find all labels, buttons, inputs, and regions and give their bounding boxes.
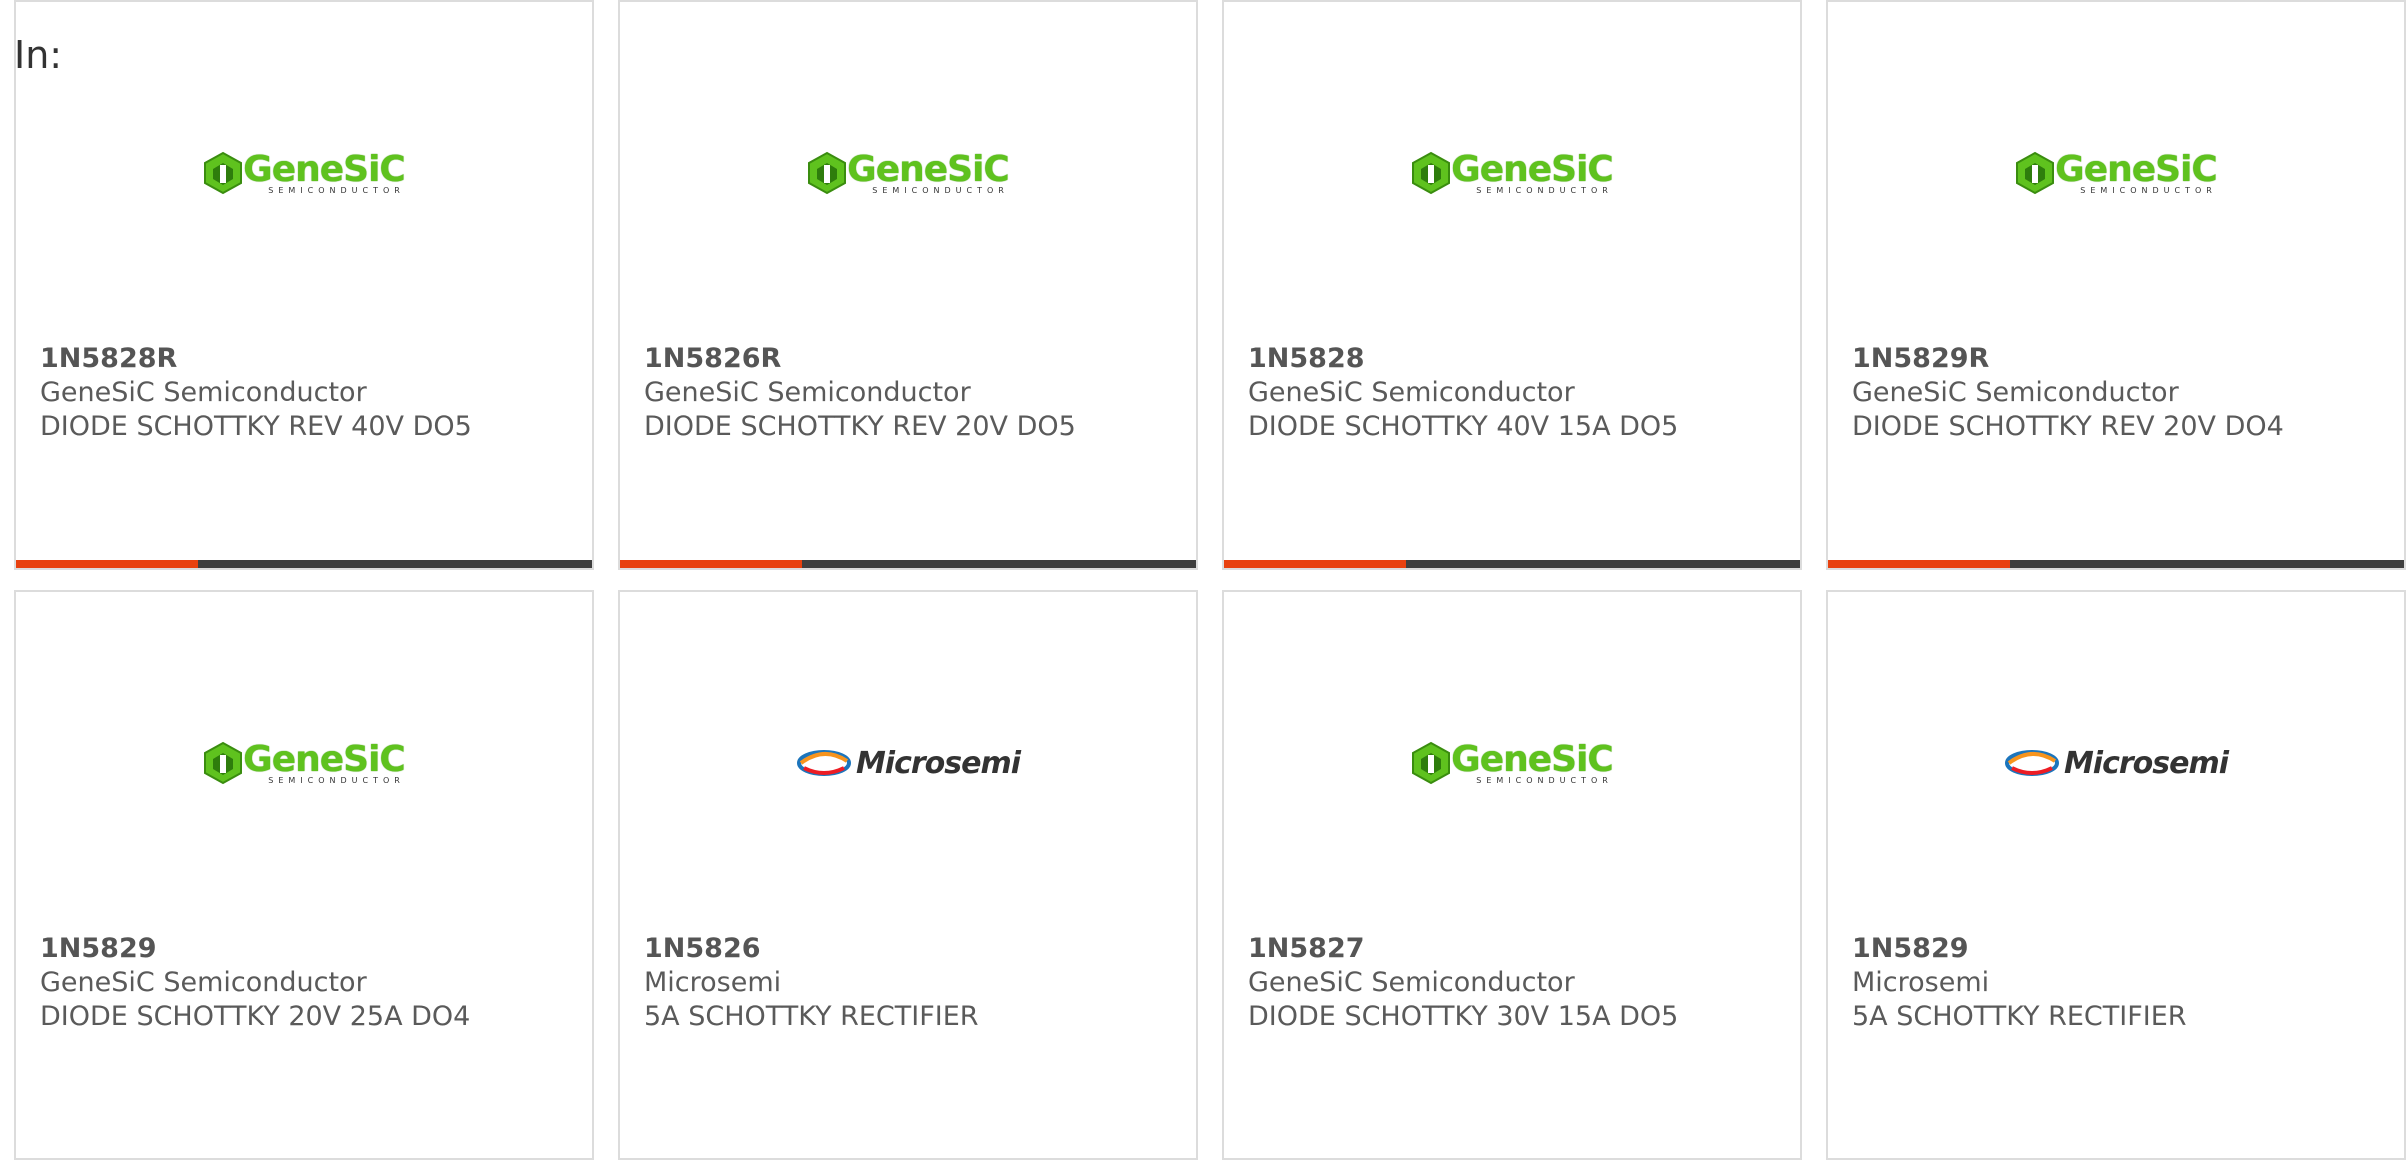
manufacturer-logo: Microsemi <box>620 732 1196 794</box>
part-description: 5A SCHOTTKY RECTIFIER <box>1852 1001 2187 1032</box>
manufacturer-logo: GeneSiC SEMICONDUCTOR <box>1224 142 1800 204</box>
manufacturer-logo: GeneSiC SEMICONDUCTOR <box>1828 142 2404 204</box>
manufacturer-name: GeneSiC Semiconductor <box>1852 377 2179 408</box>
part-description: DIODE SCHOTTKY REV 20V DO4 <box>1852 411 2284 442</box>
genesic-hex-icon <box>2016 151 2055 195</box>
microsemi-swirl-icon <box>2004 750 2059 776</box>
card-accent <box>1828 560 2010 568</box>
manufacturer-logo: GeneSiC SEMICONDUCTOR <box>16 142 592 204</box>
product-card[interactable]: GeneSiC SEMICONDUCTOR 1N5827 GeneSiC Sem… <box>1222 590 1802 1160</box>
genesic-hex-icon <box>204 741 243 785</box>
product-grid: GeneSiC SEMICONDUCTOR 1N5828R GeneSiC Se… <box>14 0 2408 1160</box>
manufacturer-logo: Microsemi <box>1828 732 2404 794</box>
manufacturer-logo: GeneSiC SEMICONDUCTOR <box>16 732 592 794</box>
part-description: DIODE SCHOTTKY REV 20V DO5 <box>644 411 1076 442</box>
part-number[interactable]: 1N5826 <box>644 932 979 966</box>
card-footer-bar <box>1224 560 1800 568</box>
microsemi-swirl-icon <box>796 750 851 776</box>
product-card[interactable]: GeneSiC SEMICONDUCTOR 1N5828 GeneSiC Sem… <box>1222 0 1802 570</box>
product-card[interactable]: GeneSiC SEMICONDUCTOR 1N5829 GeneSiC Sem… <box>14 590 594 1160</box>
part-number[interactable]: 1N5826R <box>644 342 1076 376</box>
part-number[interactable]: 1N5827 <box>1248 932 1678 966</box>
part-description: DIODE SCHOTTKY 40V 15A DO5 <box>1248 411 1679 442</box>
card-accent <box>1224 560 1406 568</box>
part-number[interactable]: 1N5829 <box>40 932 470 966</box>
card-footer-bar <box>1828 560 2404 568</box>
part-description: DIODE SCHOTTKY REV 40V DO5 <box>40 411 472 442</box>
manufacturer-name: GeneSiC Semiconductor <box>1248 967 1575 998</box>
product-card[interactable]: Microsemi 1N5826 Microsemi 5A SCHOTTKY R… <box>618 590 1198 1160</box>
manufacturer-logo: GeneSiC SEMICONDUCTOR <box>620 142 1196 204</box>
card-accent <box>620 560 802 568</box>
manufacturer-name: Microsemi <box>1852 967 1990 998</box>
filter-label: In: <box>14 33 63 77</box>
card-accent <box>16 560 198 568</box>
product-card[interactable]: GeneSiC SEMICONDUCTOR 1N5828R GeneSiC Se… <box>14 0 594 570</box>
manufacturer-logo: GeneSiC SEMICONDUCTOR <box>1224 732 1800 794</box>
product-card[interactable]: Microsemi 1N5829 Microsemi 5A SCHOTTKY R… <box>1826 590 2406 1160</box>
part-description: 5A SCHOTTKY RECTIFIER <box>644 1001 979 1032</box>
genesic-hex-icon <box>1412 151 1451 195</box>
part-description: DIODE SCHOTTKY 20V 25A DO4 <box>40 1001 471 1032</box>
part-number[interactable]: 1N5828 <box>1248 342 1678 376</box>
part-description: DIODE SCHOTTKY 30V 15A DO5 <box>1248 1001 1679 1032</box>
manufacturer-name: GeneSiC Semiconductor <box>40 377 367 408</box>
manufacturer-name: GeneSiC Semiconductor <box>1248 377 1575 408</box>
genesic-hex-icon <box>808 151 847 195</box>
card-footer-bar <box>16 560 592 568</box>
manufacturer-name: GeneSiC Semiconductor <box>644 377 971 408</box>
product-card[interactable]: GeneSiC SEMICONDUCTOR 1N5826R GeneSiC Se… <box>618 0 1198 570</box>
part-number[interactable]: 1N5829R <box>1852 342 2284 376</box>
product-card[interactable]: GeneSiC SEMICONDUCTOR 1N5829R GeneSiC Se… <box>1826 0 2406 570</box>
genesic-hex-icon <box>204 151 243 195</box>
part-number[interactable]: 1N5828R <box>40 342 472 376</box>
manufacturer-name: GeneSiC Semiconductor <box>40 967 367 998</box>
genesic-hex-icon <box>1412 741 1451 785</box>
manufacturer-name: Microsemi <box>644 967 782 998</box>
card-footer-bar <box>620 560 1196 568</box>
part-number[interactable]: 1N5829 <box>1852 932 2187 966</box>
